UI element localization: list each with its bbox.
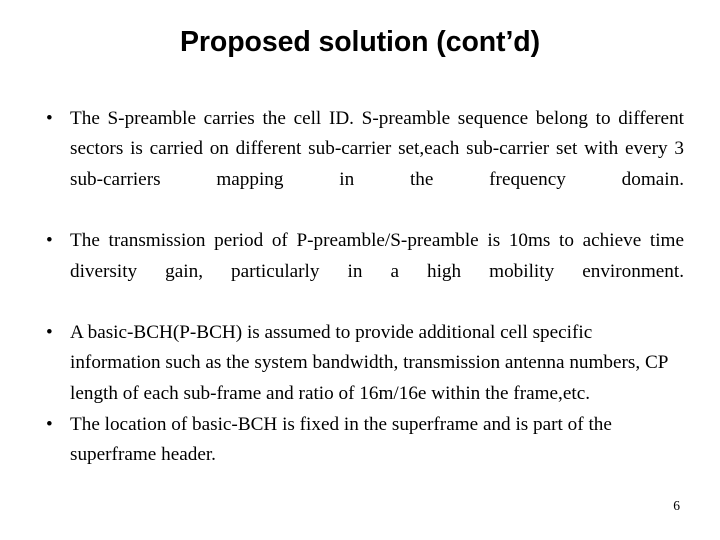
bullet-point-icon: • — [46, 230, 53, 252]
list-item-text: The S-preamble carries the cell ID. S-pr… — [70, 108, 684, 190]
page-title: Proposed solution (cont’d) — [180, 26, 540, 58]
bullet-list: • The S-preamble carries the cell ID. S-… — [36, 104, 684, 470]
list-item-text: The location of basic-BCH is fixed in th… — [70, 413, 612, 465]
list-item: • The transmission period of P-preamble/… — [36, 226, 684, 317]
page-number: 6 — [673, 497, 680, 513]
slide-body: • The S-preamble carries the cell ID. S-… — [36, 104, 684, 471]
list-item-text: The transmission period of P-preamble/S-… — [70, 230, 684, 282]
list-item-text: A basic-BCH(P-BCH) is assumed to provide… — [70, 321, 668, 404]
list-item: • The location of basic-BCH is fixed in … — [36, 410, 684, 471]
list-item: • A basic-BCH(P-BCH) is assumed to provi… — [36, 318, 684, 409]
bullet-point-icon: • — [46, 321, 53, 343]
bullet-point-icon: • — [46, 413, 53, 435]
presentation-slide: Proposed solution (cont’d) • The S-pream… — [0, 0, 720, 540]
bullet-point-icon: • — [46, 108, 53, 129]
list-item: • The S-preamble carries the cell ID. S-… — [36, 104, 684, 226]
